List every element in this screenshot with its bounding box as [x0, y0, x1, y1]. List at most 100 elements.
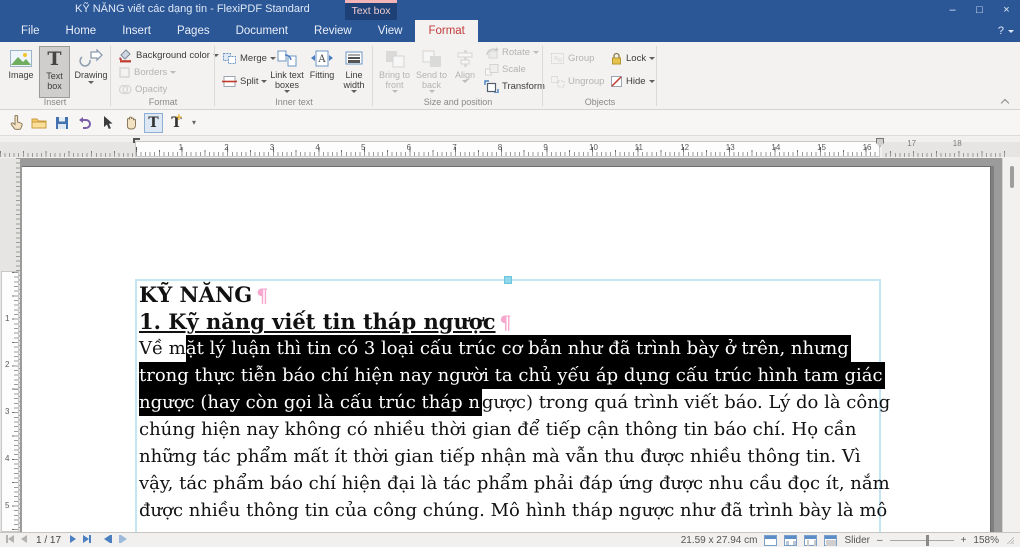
tab-format-active[interactable]: Format — [415, 20, 478, 42]
last-page-button[interactable] — [83, 534, 92, 546]
body-line[interactable]: vậy, tác phẩm báo chí hiện đại là tác ph… — [139, 470, 899, 497]
zoom-out-button[interactable]: – — [877, 535, 883, 546]
help-chevron-icon[interactable] — [1008, 29, 1014, 33]
tab-review[interactable]: Review — [301, 20, 365, 42]
zoom-fit-width-icon[interactable] — [804, 534, 818, 546]
ruler-left-indent-marker[interactable] — [133, 138, 140, 143]
close-button[interactable]: × — [993, 0, 1020, 20]
select-tool-button[interactable] — [98, 113, 117, 133]
tab-file[interactable]: File — [8, 20, 53, 42]
minimize-button[interactable]: – — [939, 0, 966, 20]
group-icon — [550, 52, 565, 65]
textbox-button[interactable]: T Text box — [39, 46, 70, 98]
ungroup-button: Ungroup — [550, 73, 604, 89]
window-title: KỸ NĂNG viết các dạng tin - FlexiPDF Sta… — [75, 3, 310, 15]
ruler-number: 13 — [725, 143, 735, 152]
heading-line: KỸ NĂNG ¶ — [139, 282, 269, 307]
body-line[interactable]: những tác phẩm mất ít thời gian tiếp nhậ… — [139, 443, 899, 470]
horizontal-ruler[interactable]: 1 2 3 4 5 6 7 8 9 10 11 12 13 14 15 16 17 18 — [0, 136, 1020, 158]
vertical-ruler-active-region: 1 2 3 4 5 — [1, 271, 19, 532]
fitting-button[interactable]: A Fitting — [307, 46, 337, 98]
cursor-icon — [103, 116, 112, 129]
add-textbox-icon: T + — [171, 112, 183, 131]
body-line[interactable]: trong thực tiễn báo chí hiện nay người t… — [139, 362, 899, 389]
previous-page-button[interactable] — [21, 534, 27, 546]
align-icon — [455, 49, 475, 68]
ribbon: Image T Text box Drawing Insert Backgroun… — [0, 42, 1020, 110]
next-page-button[interactable] — [70, 534, 77, 546]
ruler-number: 2 — [5, 360, 10, 370]
drawing-button[interactable]: Drawing — [73, 46, 109, 98]
hide-button[interactable]: Hide — [610, 73, 655, 89]
resize-grip[interactable] — [1006, 536, 1014, 544]
borders-icon — [118, 66, 131, 79]
zoom-slider-handle[interactable] — [925, 534, 929, 546]
tab-insert[interactable]: Insert — [109, 20, 164, 42]
open-button[interactable] — [29, 113, 48, 133]
toolbar-options-button[interactable]: ▾ — [192, 118, 196, 127]
fitting-icon: A — [311, 49, 333, 68]
body-line[interactable]: Về mặt lý luận thì tin có 3 loại cấu trú… — [139, 335, 899, 362]
send-to-back-icon — [421, 49, 443, 68]
text-tool-button[interactable]: T — [144, 112, 163, 133]
save-icon — [55, 116, 68, 129]
ruler-number: 9 — [543, 143, 548, 152]
ruler-number: 17 — [907, 139, 917, 148]
zoom-slider[interactable] — [889, 534, 954, 546]
transform-button[interactable]: Transform — [484, 78, 545, 94]
document-text[interactable]: KỸ NĂNG ¶ 1. Kỹ năng viết tin tháp ngược ¶… — [139, 281, 899, 524]
lock-icon — [610, 52, 623, 65]
help-icon[interactable]: ? — [998, 25, 1004, 37]
page-indicator[interactable]: 1 / 17 — [36, 535, 61, 546]
open-folder-icon — [31, 118, 46, 129]
body-line[interactable]: được nhiều thông tin của công chúng. Mô … — [139, 497, 899, 524]
link-text-boxes-button[interactable]: Link text boxes — [268, 46, 306, 98]
selected-textbox[interactable]: KỸ NĂNG ¶ 1. Kỹ năng viết tin tháp ngược ¶… — [135, 276, 890, 532]
save-button[interactable] — [52, 113, 71, 133]
zoom-level[interactable]: 158% — [973, 535, 999, 546]
link-text-boxes-chevron-icon — [284, 90, 290, 93]
lock-button[interactable]: Lock — [610, 50, 656, 66]
add-textbox-tool-button[interactable]: T + — [167, 113, 186, 133]
tab-document[interactable]: Document — [223, 20, 301, 42]
view-back-button[interactable] — [104, 534, 113, 546]
image-button[interactable]: Image — [6, 46, 36, 98]
vertical-scrollbar[interactable] — [1002, 158, 1020, 532]
rotate-chevron-icon — [533, 50, 539, 54]
collapse-ribbon-button[interactable] — [1000, 98, 1010, 108]
image-icon — [9, 49, 33, 68]
vertical-scrollbar-thumb[interactable] — [1010, 166, 1014, 188]
bring-to-front-icon — [384, 49, 406, 68]
vertical-ruler[interactable]: 1 2 3 4 5 — [0, 158, 20, 532]
line-width-button[interactable]: Line width — [338, 46, 370, 98]
page[interactable]: KỸ NĂNG ¶ 1. Kỹ năng viết tin tháp ngược ¶… — [22, 166, 991, 532]
first-page-button[interactable] — [6, 534, 14, 546]
pan-tool-button[interactable] — [121, 113, 140, 133]
ruler-number: 7 — [452, 143, 457, 152]
hand-pointer-tool-button[interactable] — [6, 113, 25, 133]
undo-button[interactable] — [75, 113, 94, 133]
body-line[interactable]: ngược (hay còn gọi là cấu trúc tháp n gượ… — [139, 389, 899, 416]
tab-view[interactable]: View — [365, 20, 416, 42]
zoom-in-button[interactable]: + — [961, 535, 967, 546]
zoom-fit-visible-icon[interactable] — [784, 534, 798, 546]
selected-text: ngược (hay còn gọi là cấu trúc tháp n — [139, 389, 482, 416]
background-color-button[interactable]: Background color — [118, 47, 219, 63]
group-label-size-position: Size and position — [423, 97, 493, 107]
transform-icon — [484, 79, 499, 93]
tab-home[interactable]: Home — [53, 20, 110, 42]
ruler-number: 10 — [589, 143, 598, 152]
zoom-fit-page-icon[interactable] — [824, 534, 838, 546]
line-width-icon — [344, 49, 364, 68]
contextual-tab-textbox[interactable]: Text box — [345, 0, 397, 20]
zoom-actual-size-icon[interactable] — [764, 534, 778, 546]
maximize-button[interactable]: □ — [966, 0, 993, 20]
split-button[interactable]: Split — [222, 73, 268, 89]
tab-pages[interactable]: Pages — [164, 20, 223, 42]
undo-icon — [79, 116, 91, 129]
body-line[interactable]: chúng hiện nay không có nhiều thời gian … — [139, 416, 899, 443]
slider-label: Slider — [844, 534, 871, 546]
text-run: chúng hiện nay không có nhiều thời gian … — [139, 419, 857, 440]
grab-hand-icon — [126, 116, 136, 130]
view-forward-button[interactable] — [119, 534, 128, 546]
